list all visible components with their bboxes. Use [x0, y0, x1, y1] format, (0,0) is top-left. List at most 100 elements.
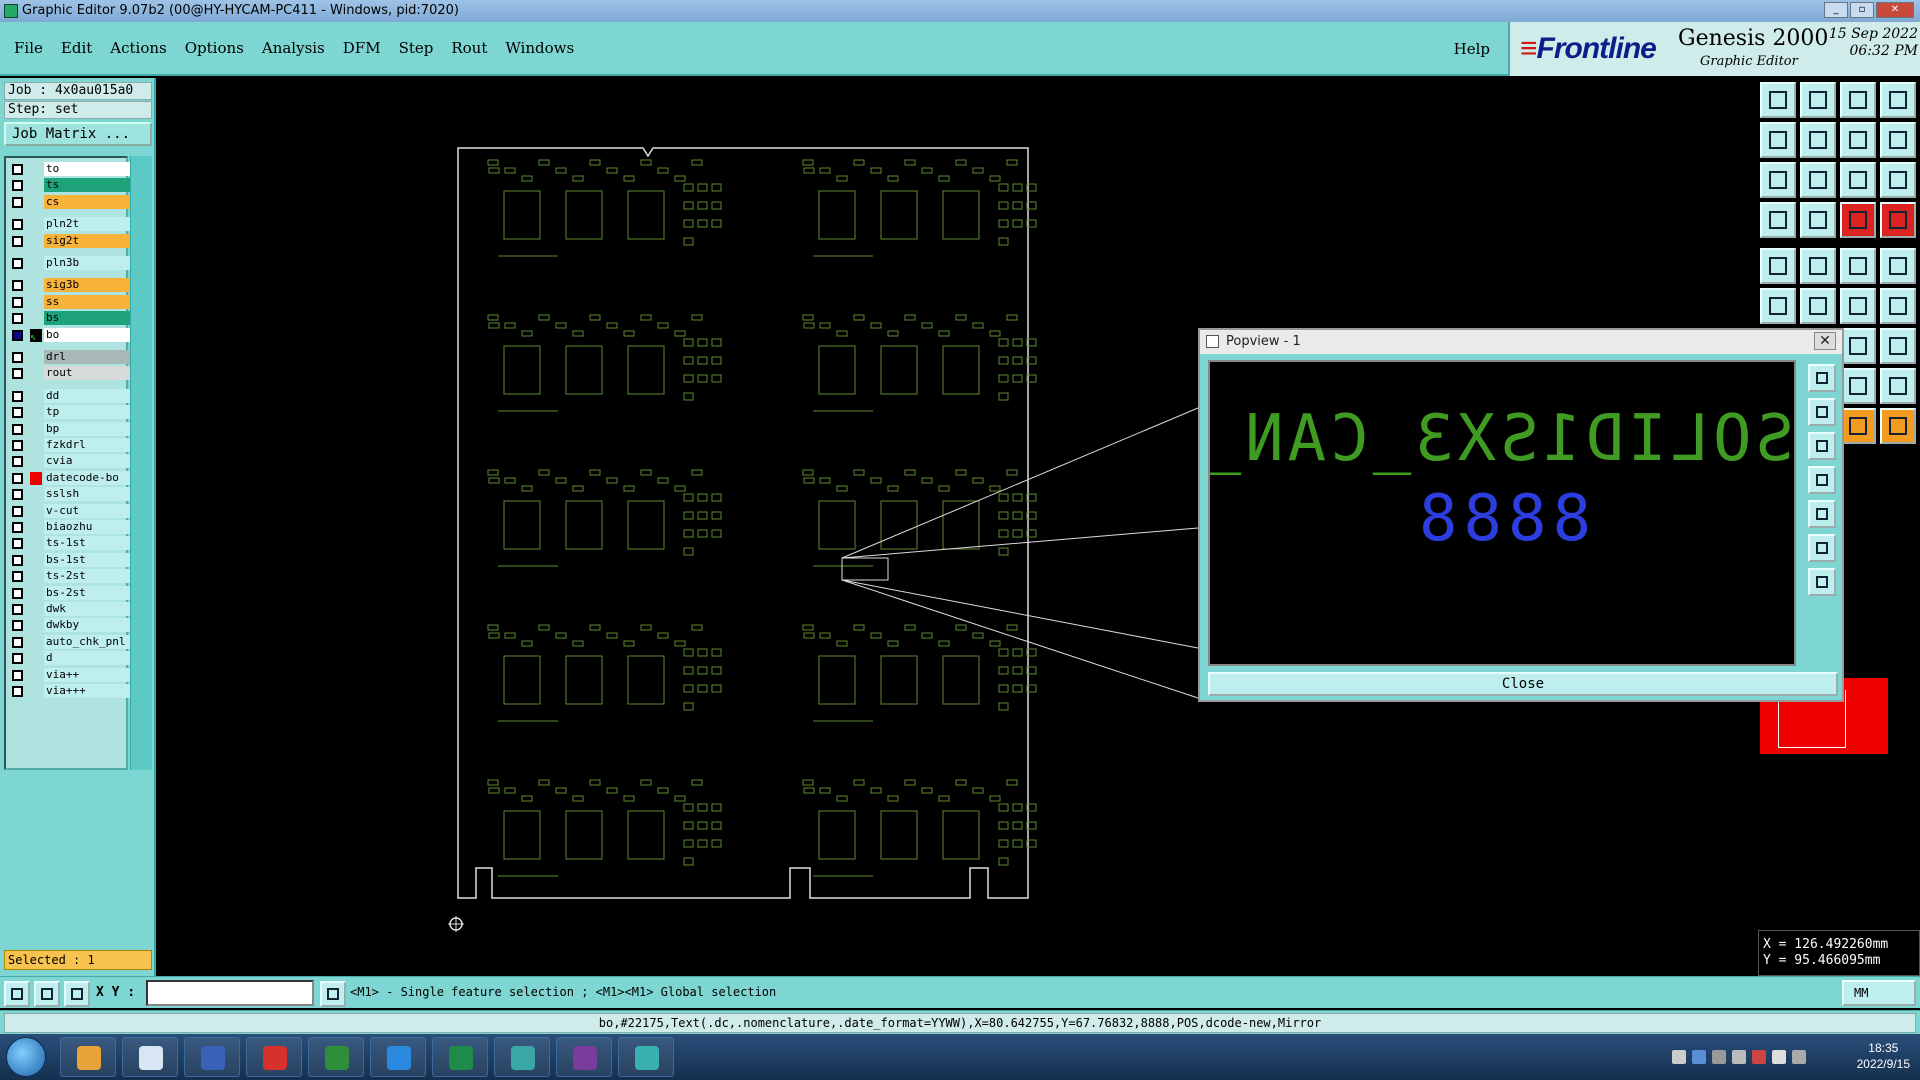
layer-row[interactable]: dwkby — [8, 618, 130, 633]
layer-row[interactable]: via++ — [8, 667, 130, 682]
grid-icon[interactable] — [64, 981, 90, 1007]
tray-network-icon[interactable] — [1712, 1050, 1726, 1064]
pointer-icon[interactable] — [1840, 408, 1876, 444]
layer-checkbox[interactable] — [12, 423, 23, 435]
pointer-alt-icon[interactable] — [1880, 408, 1916, 444]
home-icon[interactable] — [1840, 82, 1876, 118]
center-icon[interactable] — [1800, 162, 1836, 198]
info-icon[interactable] — [320, 981, 346, 1007]
popview-zoom-in-icon[interactable] — [1808, 398, 1836, 426]
layer-row[interactable]: auto_chk_pnl — [8, 634, 130, 649]
pan-left-icon[interactable] — [1760, 122, 1796, 158]
zoom-in-icon[interactable] — [1800, 82, 1836, 118]
layer-checkbox[interactable] — [12, 219, 23, 231]
layer-row[interactable]: to — [8, 162, 130, 176]
layer-row[interactable]: bp — [8, 421, 130, 436]
popview-fit-icon[interactable] — [1808, 534, 1836, 562]
analysis-icon[interactable] — [1880, 368, 1916, 404]
cross-icon[interactable] — [1800, 288, 1836, 324]
popview-titlebar[interactable]: Popview - 1 ✕ — [1200, 330, 1842, 354]
minimize-button[interactable]: _ — [1824, 2, 1848, 18]
taskbar-app-save[interactable] — [184, 1037, 240, 1077]
tray-volume-icon[interactable] — [1772, 1050, 1786, 1064]
layer-stack-icon[interactable] — [1840, 202, 1876, 238]
start-button[interactable] — [6, 1037, 46, 1077]
layer-row[interactable]: biaozhu — [8, 520, 130, 534]
split-view-icon[interactable] — [1880, 82, 1916, 118]
xy-input[interactable] — [146, 980, 314, 1006]
layer-row[interactable]: ss — [8, 294, 130, 309]
layer-row[interactable]: pln3b — [8, 256, 130, 270]
layer-row[interactable]: ts-1st — [8, 536, 130, 551]
popview-pan-right-icon[interactable] — [1808, 500, 1836, 528]
layer-checkbox[interactable] — [12, 235, 23, 247]
layer-checkbox[interactable] — [12, 296, 23, 308]
taskbar-app-notepad[interactable] — [122, 1037, 178, 1077]
tray-clock[interactable]: 18:35 2022/9/15 — [1857, 1040, 1910, 1072]
snap-icon[interactable] — [4, 981, 30, 1007]
node-icon[interactable] — [1760, 288, 1796, 324]
layer-row[interactable]: bs-2st — [8, 585, 130, 600]
taskbar-app-blue[interactable] — [370, 1037, 426, 1077]
layer-row[interactable]: pln2t — [8, 217, 130, 232]
layer-checkbox[interactable] — [12, 280, 23, 292]
layer-row[interactable]: bs-1st — [8, 552, 130, 567]
tray-keyboard-icon[interactable] — [1672, 1050, 1686, 1064]
layer-checkbox[interactable] — [12, 164, 23, 175]
layer-checkbox[interactable] — [12, 456, 23, 468]
layer-row[interactable]: d — [8, 651, 130, 666]
grid-icon[interactable] — [1800, 202, 1836, 238]
layer-row[interactable]: ts — [8, 178, 130, 193]
layer-checkbox[interactable] — [12, 653, 23, 665]
layer-checkbox[interactable] — [12, 587, 23, 599]
layer-checkbox[interactable] — [12, 352, 23, 363]
layer-compare-icon[interactable] — [1880, 202, 1916, 238]
layer-row[interactable]: datecode-bo — [8, 470, 130, 485]
fit-icon[interactable] — [1760, 162, 1796, 198]
menu-file[interactable]: File — [14, 39, 43, 57]
layer-row[interactable]: ↖ bo — [8, 327, 130, 342]
layer-checkbox[interactable] — [12, 313, 23, 325]
layer-checkbox[interactable] — [12, 686, 23, 697]
layer-checkbox[interactable] — [12, 440, 23, 451]
zoom-home-icon[interactable] — [1760, 82, 1796, 118]
popview-pan-left-icon[interactable] — [1808, 466, 1836, 494]
layer-checkbox[interactable] — [12, 407, 23, 419]
arc-icon[interactable] — [1880, 288, 1916, 324]
measure-icon[interactable] — [34, 981, 60, 1007]
menu-actions[interactable]: Actions — [110, 39, 166, 57]
warning-icon[interactable] — [1840, 368, 1876, 404]
popview-zoom-out-icon[interactable] — [1808, 432, 1836, 460]
layer-checkbox[interactable] — [12, 489, 23, 501]
layer-row[interactable]: ts-2st — [8, 569, 130, 584]
popview-close-icon[interactable]: ✕ — [1814, 332, 1836, 350]
layout-icon[interactable] — [1880, 122, 1916, 158]
taskbar-app-red[interactable] — [246, 1037, 302, 1077]
measure-icon[interactable] — [1840, 248, 1876, 284]
scale-icon[interactable] — [1840, 162, 1876, 198]
popview-close-button[interactable]: Close — [1208, 672, 1838, 696]
layer-row[interactable]: sig2t — [8, 233, 130, 248]
layer-row[interactable]: rout — [8, 366, 130, 381]
tray-arrow-icon[interactable] — [1732, 1050, 1746, 1064]
layer-checkbox[interactable] — [12, 329, 23, 341]
line-icon[interactable] — [1840, 288, 1876, 324]
layer-checkbox[interactable] — [12, 554, 23, 566]
layer-checkbox[interactable] — [12, 522, 23, 533]
popview-center-icon[interactable] — [1808, 568, 1836, 596]
layer-checkbox[interactable] — [12, 538, 23, 550]
layer-row[interactable]: sslsh — [8, 487, 130, 502]
filter-icon[interactable] — [1880, 328, 1916, 364]
popview-viewport[interactable]: SOLID1SX3_CAN_V0 8888 — [1208, 360, 1796, 666]
layer-row[interactable]: dd — [8, 388, 130, 403]
tray-display-icon[interactable] — [1792, 1050, 1806, 1064]
layer-row[interactable]: sig3b — [8, 278, 130, 293]
tray-help-icon[interactable] — [1692, 1050, 1706, 1064]
layer-checkbox[interactable] — [12, 472, 23, 484]
taskbar-app-eye[interactable] — [494, 1037, 550, 1077]
layer-checkbox[interactable] — [12, 571, 23, 583]
layer-row[interactable]: v-cut — [8, 503, 130, 518]
snap-icon[interactable] — [1760, 202, 1796, 238]
menu-rout[interactable]: Rout — [451, 39, 487, 57]
tray-flag-icon[interactable] — [1752, 1050, 1766, 1064]
